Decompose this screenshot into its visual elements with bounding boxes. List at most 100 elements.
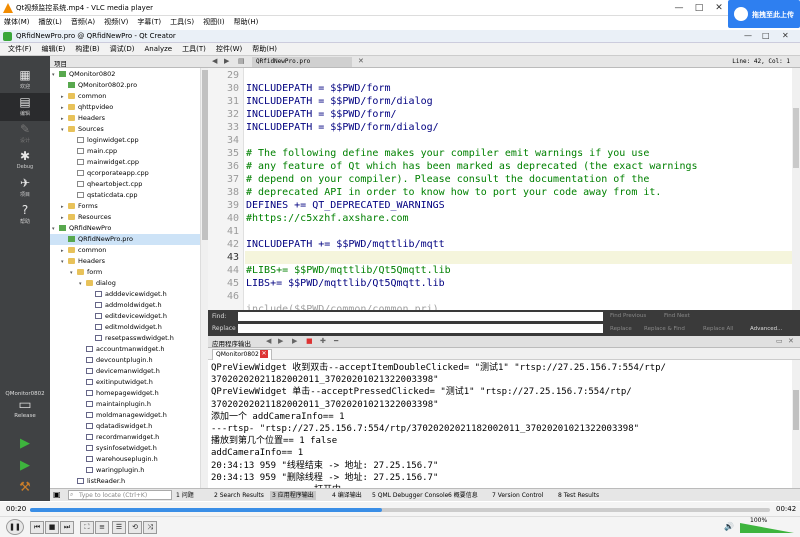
tree-item[interactable]: ▾ QMonitor0802 [50, 69, 200, 80]
find-next-button[interactable]: Find Next [664, 313, 690, 319]
next-button[interactable]: ⏭ [60, 521, 74, 534]
tree-item[interactable]: ▸ Headers [50, 113, 200, 124]
tree-item[interactable]: ▸ common [50, 91, 200, 102]
close-tab-icon[interactable]: ✕ [260, 350, 268, 358]
qt-menu-item[interactable]: 文件(F) [8, 43, 32, 55]
kit-selector[interactable]: QMonitor0802 ▭ Release [0, 391, 50, 419]
qt-menu-item[interactable]: 工具(T) [182, 43, 206, 55]
tree-item[interactable]: resetpasswdwidget.h [50, 333, 200, 344]
tree-item[interactable]: exitinputwidget.h [50, 377, 200, 388]
build-hammer-icon[interactable]: ⚒ [0, 480, 50, 495]
next-icon[interactable]: ▶ [278, 337, 283, 345]
output-pane-tab[interactable]: 8 Test Results [558, 491, 599, 500]
mode-grid[interactable]: ▦ 欢迎 [0, 66, 50, 94]
minimize-pane-icon[interactable]: ▭ [776, 337, 783, 345]
editor-scrollbar[interactable] [792, 68, 800, 310]
tree-item[interactable]: editmoldwidget.h [50, 322, 200, 333]
tree-item[interactable]: warehouseplugin.h [50, 454, 200, 465]
tree-item[interactable]: waringplugin.h [50, 465, 200, 476]
debug-run-button[interactable]: ▶ [0, 458, 50, 473]
tree-item[interactable]: ▸ Resources [50, 212, 200, 223]
tree-item[interactable]: ▸ common [50, 245, 200, 256]
qt-menu-item[interactable]: 调试(D) [110, 43, 135, 55]
find-previous-button[interactable]: Find Previous [610, 313, 646, 319]
replace-all-button[interactable]: Replace All [703, 326, 733, 332]
mode-bug[interactable]: ✱ Debug [0, 147, 50, 175]
application-output[interactable]: QPreViewWidget 收到双击--acceptItemDoubleCli… [208, 360, 792, 488]
tree-item[interactable]: QMonitor0802.pro [50, 80, 200, 91]
output-pane-tab[interactable]: 7 Version Control [492, 491, 543, 500]
close-pane-icon[interactable]: ✕ [788, 337, 794, 345]
vlc-menu-item[interactable]: 视图(I) [203, 16, 225, 29]
mode-edit[interactable]: ▤ 编辑 [0, 93, 50, 121]
vlc-close-icon[interactable]: ✕ [710, 2, 728, 14]
vlc-menu-item[interactable]: 视频(V) [104, 16, 128, 29]
play-pause-button[interactable]: ❚❚ [6, 519, 24, 535]
tree-item[interactable]: ▾ Headers [50, 256, 200, 267]
loop-button[interactable]: ⟲ [128, 521, 142, 534]
tree-item[interactable]: qheartobject.cpp [50, 179, 200, 190]
qt-maximize-icon[interactable]: □ [762, 31, 770, 40]
tree-item[interactable]: ▾ QRfidNewPro [50, 223, 200, 234]
tree-item[interactable]: main.cpp [50, 146, 200, 157]
output-pane-tab[interactable]: 4 编译输出 [332, 491, 362, 500]
back-arrow-icon[interactable]: ◀ [212, 57, 217, 65]
vlc-menu-item[interactable]: 字幕(T) [137, 16, 161, 29]
stop-button[interactable]: ■ [45, 521, 59, 534]
vlc-maximize-icon[interactable]: □ [690, 2, 708, 14]
tree-item[interactable]: sysinfosetwidget.h [50, 443, 200, 454]
vlc-menu-item[interactable]: 播放(L) [39, 16, 62, 29]
replace-input[interactable] [238, 324, 603, 333]
tree-item[interactable]: loginwidget.cpp [50, 135, 200, 146]
tree-item[interactable]: listReader.h [50, 476, 200, 487]
qt-menu-item[interactable]: 构建(B) [75, 43, 99, 55]
tree-item[interactable]: qcorporateapp.cpp [50, 168, 200, 179]
locator-input[interactable]: Type to locate (Ctrl+K) [68, 490, 172, 500]
qt-menu-item[interactable]: 控件(W) [216, 43, 242, 55]
shuffle-button[interactable]: ⤨ [143, 521, 157, 534]
prev-icon[interactable]: ◀ [266, 337, 271, 345]
volume-icon[interactable]: 🔊 [724, 522, 734, 531]
extended-settings-button[interactable]: ≡ [95, 521, 109, 534]
forward-arrow-icon[interactable]: ▶ [224, 57, 229, 65]
tree-item[interactable]: homepagewidget.h [50, 388, 200, 399]
output-pane-tab[interactable]: 6 概要信息 [448, 491, 478, 500]
toggle-sidebar-icon[interactable]: ▣ [53, 490, 61, 499]
vlc-menu-item[interactable]: 帮助(H) [234, 16, 259, 29]
tree-item[interactable]: ▾ Sources [50, 124, 200, 135]
output-pane-tab[interactable]: 2 Search Results [214, 491, 264, 500]
vlc-minimize-icon[interactable]: — [670, 2, 688, 14]
vlc-menu-item[interactable]: 工具(S) [170, 16, 194, 29]
tree-item[interactable]: ▾ dialog [50, 278, 200, 289]
volume-slider[interactable]: 100% [740, 517, 794, 533]
output-scrollbar[interactable] [792, 360, 800, 488]
advanced-button[interactable]: Advanced... [750, 326, 782, 332]
qt-close-icon[interactable]: ✕ [782, 31, 789, 40]
replace-button[interactable]: Replace [610, 326, 632, 332]
tree-item[interactable]: devicemanwidget.h [50, 366, 200, 377]
mode-wrench[interactable]: ✈ 项目 [0, 174, 50, 202]
replace-find-button[interactable]: Replace & Find [644, 326, 685, 332]
mode-help[interactable]: ? 帮助 [0, 201, 50, 229]
tree-item[interactable]: devcountplugin.h [50, 355, 200, 366]
project-tree-scrollbar[interactable] [200, 68, 208, 488]
output-pane-tab[interactable]: 3 应用程序输出 [270, 491, 316, 500]
tree-item[interactable]: mainwidget.cpp [50, 157, 200, 168]
close-file-icon[interactable]: ✕ [358, 57, 364, 65]
tree-item[interactable]: addmoldwidget.h [50, 300, 200, 311]
project-tree[interactable]: ▾ QMonitor0802 QMonitor0802.pro ▸ common ▸ qht… [50, 68, 200, 488]
run-icon[interactable]: ▶ [292, 337, 297, 345]
upload-badge[interactable]: 拖拽至此上传 [728, 0, 800, 28]
tree-item[interactable]: QRfidNewPro.pro [50, 234, 200, 245]
output-pane-tab[interactable]: 1 问题 [176, 491, 194, 500]
qt-menu-item[interactable]: 编辑(E) [42, 43, 66, 55]
add-icon[interactable]: ✚ [320, 337, 326, 345]
fullscreen-button[interactable]: ⛶ [80, 521, 94, 534]
run-button[interactable]: ▶ [0, 436, 50, 451]
tree-item[interactable]: ▸ Forms [50, 201, 200, 212]
seek-track[interactable] [30, 508, 770, 512]
tree-item[interactable]: ▾ form [50, 267, 200, 278]
tree-item[interactable]: qdatadiswidget.h [50, 421, 200, 432]
find-input[interactable] [238, 312, 603, 321]
output-pane-tab[interactable]: 5 QML Debugger Console [372, 491, 448, 500]
